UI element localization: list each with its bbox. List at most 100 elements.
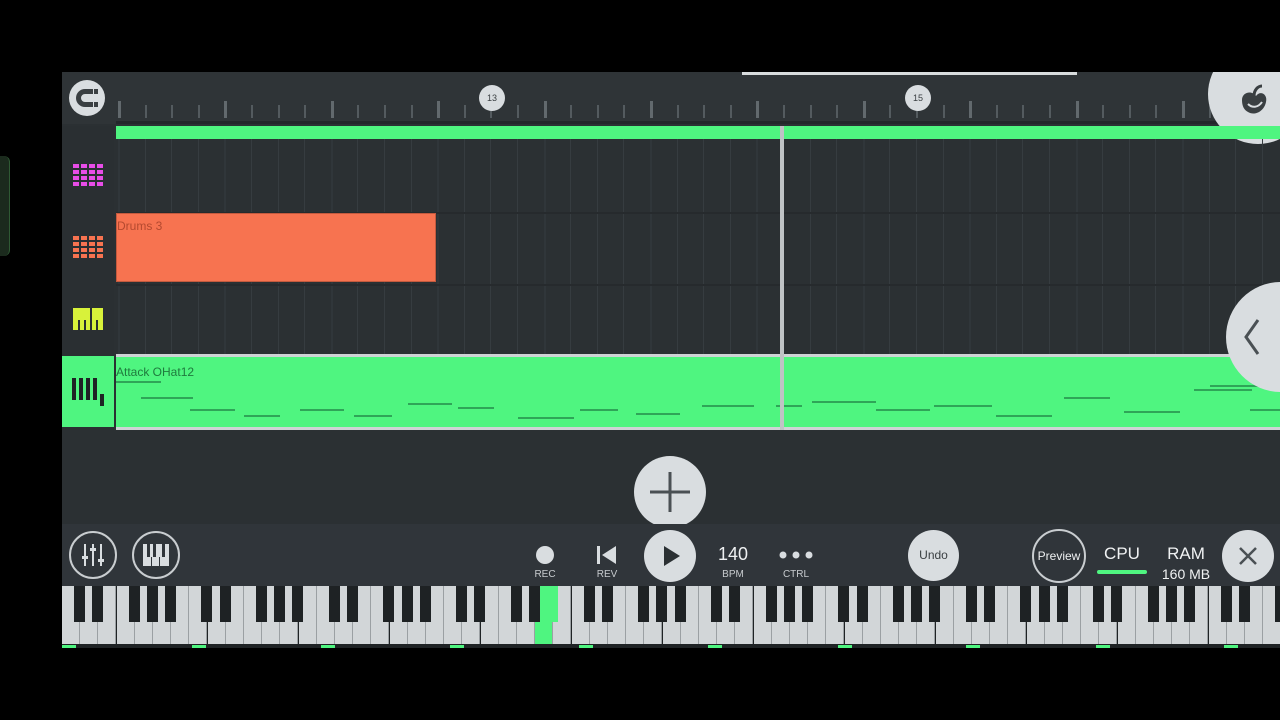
record-button[interactable] bbox=[536, 546, 554, 564]
note-bar bbox=[1194, 389, 1252, 391]
octave-marker bbox=[966, 645, 980, 648]
track-2-header[interactable] bbox=[62, 212, 114, 283]
note-bar bbox=[300, 409, 344, 411]
black-key[interactable] bbox=[1147, 586, 1159, 622]
black-key[interactable] bbox=[674, 586, 686, 622]
mixer-button[interactable] bbox=[69, 531, 117, 579]
black-key[interactable] bbox=[328, 586, 340, 622]
timeline-ruler[interactable]: 13 15 bbox=[62, 72, 1280, 124]
black-key[interactable] bbox=[74, 586, 85, 622]
piano-keys-button[interactable] bbox=[132, 531, 180, 579]
tempo-value[interactable]: 140 bbox=[710, 544, 756, 565]
bpm-label: BPM bbox=[722, 569, 744, 580]
black-key[interactable] bbox=[92, 586, 104, 622]
black-key[interactable] bbox=[729, 586, 741, 622]
black-key[interactable] bbox=[401, 586, 413, 622]
play-button[interactable] bbox=[644, 530, 696, 582]
black-key[interactable] bbox=[1220, 586, 1232, 622]
more-dots-icon bbox=[779, 551, 813, 559]
black-key[interactable] bbox=[783, 586, 795, 622]
note-bar bbox=[244, 415, 280, 417]
add-track-button[interactable] bbox=[634, 456, 706, 528]
octave-marker bbox=[62, 645, 76, 648]
octave-marker bbox=[838, 645, 852, 648]
black-key[interactable] bbox=[256, 586, 267, 622]
preview-button[interactable]: Preview bbox=[1032, 529, 1086, 583]
black-key[interactable] bbox=[1166, 586, 1177, 622]
black-key[interactable] bbox=[510, 586, 522, 622]
ruler-tick bbox=[118, 101, 121, 118]
black-key[interactable] bbox=[911, 586, 923, 622]
side-panel-edge[interactable] bbox=[0, 156, 10, 256]
chevron-left-icon bbox=[1244, 319, 1260, 355]
black-key[interactable] bbox=[1184, 586, 1196, 622]
mixer-icon bbox=[82, 544, 104, 566]
note-bar bbox=[812, 401, 876, 403]
black-key[interactable] bbox=[638, 586, 650, 622]
ruler-tick bbox=[969, 101, 973, 118]
ruler-tick bbox=[729, 105, 732, 118]
note-bar bbox=[876, 409, 930, 411]
octave-marker bbox=[1096, 645, 1110, 648]
black-key[interactable] bbox=[1238, 586, 1250, 622]
black-key[interactable] bbox=[456, 586, 468, 622]
black-key[interactable] bbox=[656, 586, 668, 622]
black-key[interactable] bbox=[274, 586, 286, 622]
black-key[interactable] bbox=[856, 586, 868, 622]
track-4-header[interactable] bbox=[62, 356, 114, 427]
bar-marker-15[interactable]: 15 bbox=[905, 85, 931, 111]
ruler-tick bbox=[623, 105, 626, 118]
black-key[interactable] bbox=[474, 586, 486, 622]
black-key[interactable] bbox=[802, 586, 813, 622]
ruler-tick bbox=[330, 101, 334, 118]
black-key[interactable] bbox=[1275, 586, 1280, 622]
black-key[interactable] bbox=[219, 586, 231, 622]
clip-drums-3[interactable]: Drums 3 bbox=[116, 213, 436, 282]
black-key[interactable] bbox=[601, 586, 613, 622]
ram-value: 160 MB bbox=[1161, 566, 1211, 582]
close-icon bbox=[1239, 547, 1257, 565]
black-key[interactable] bbox=[292, 586, 304, 622]
track-1-header[interactable] bbox=[62, 140, 114, 211]
note-bar bbox=[190, 409, 235, 411]
bar-marker-13[interactable]: 13 bbox=[479, 85, 505, 111]
black-key[interactable] bbox=[1111, 586, 1123, 622]
loop-range-bar[interactable] bbox=[116, 126, 1280, 139]
close-button[interactable] bbox=[1222, 530, 1274, 582]
black-key[interactable] bbox=[347, 586, 358, 622]
track-3-header[interactable] bbox=[62, 284, 114, 355]
black-key[interactable] bbox=[984, 586, 995, 622]
black-key[interactable] bbox=[929, 586, 941, 622]
black-key[interactable] bbox=[893, 586, 904, 622]
black-key[interactable] bbox=[201, 586, 213, 622]
black-key[interactable] bbox=[583, 586, 595, 622]
row-divider bbox=[116, 284, 1280, 286]
black-key[interactable] bbox=[838, 586, 850, 622]
ruler-tick bbox=[1128, 105, 1131, 118]
note-bar bbox=[702, 405, 754, 407]
black-key[interactable] bbox=[1056, 586, 1068, 622]
black-key[interactable] bbox=[965, 586, 977, 622]
black-key[interactable] bbox=[1038, 586, 1050, 622]
ruler-tick bbox=[836, 105, 839, 118]
black-key[interactable] bbox=[765, 586, 777, 622]
black-key[interactable] bbox=[547, 586, 559, 622]
black-key[interactable] bbox=[165, 586, 176, 622]
black-key[interactable] bbox=[1093, 586, 1105, 622]
pattern-grid-icon bbox=[73, 236, 103, 258]
black-key[interactable] bbox=[529, 586, 540, 622]
playhead[interactable] bbox=[780, 126, 784, 430]
black-key[interactable] bbox=[128, 586, 140, 622]
piano-keyboard[interactable] bbox=[62, 586, 1280, 648]
black-key[interactable] bbox=[419, 586, 431, 622]
black-key[interactable] bbox=[383, 586, 395, 622]
rewind-button[interactable] bbox=[595, 544, 619, 566]
black-key[interactable] bbox=[711, 586, 722, 622]
undo-button[interactable]: Undo bbox=[908, 530, 959, 581]
clip-attack-ohat12[interactable]: Attack OHat12 bbox=[116, 354, 1280, 430]
snap-magnet-button[interactable] bbox=[69, 80, 105, 116]
black-key[interactable] bbox=[1020, 586, 1032, 622]
ruler-tick bbox=[862, 101, 866, 118]
more-button[interactable] bbox=[778, 548, 814, 560]
black-key[interactable] bbox=[146, 586, 158, 622]
